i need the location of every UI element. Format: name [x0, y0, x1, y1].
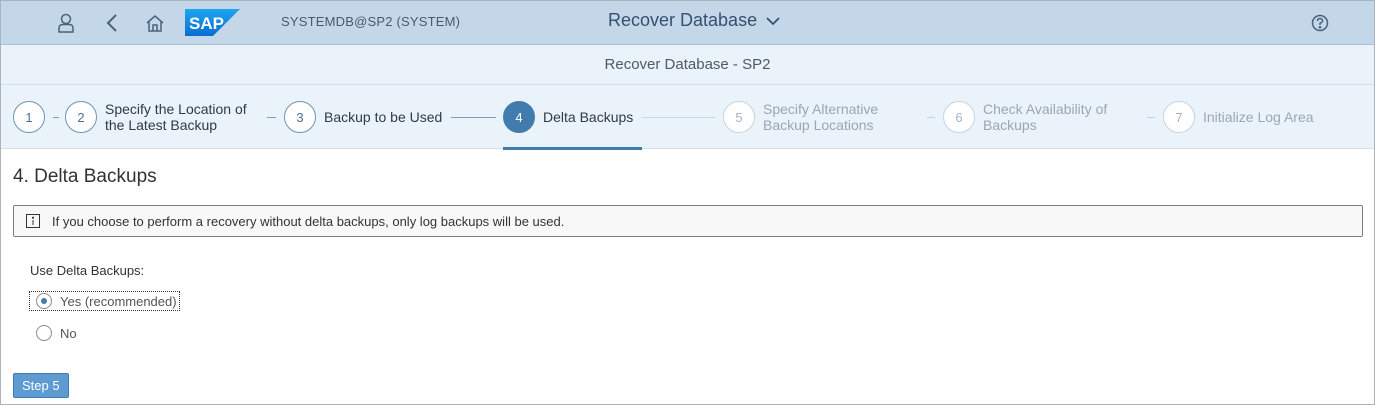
- step-label: Initialize Log Area: [1203, 109, 1314, 125]
- page-title: Recover Database - SP2: [604, 56, 771, 73]
- back-icon[interactable]: [99, 10, 125, 36]
- shell-bar: SAP SYSTEMDB@SP2 (SYSTEM) Recover Databa…: [1, 1, 1374, 45]
- step-number: 2: [65, 101, 97, 133]
- app-title-menu[interactable]: Recover Database: [608, 10, 781, 31]
- wizard-progress: 1 2 Specify the Location of the Latest B…: [1, 85, 1374, 149]
- radio-label: No: [60, 325, 77, 341]
- chevron-down-icon: [766, 16, 780, 25]
- radio-yes-recommended[interactable]: Yes (recommended): [29, 291, 180, 311]
- step-label: Check Availability of Backups: [983, 101, 1108, 133]
- info-message-text: If you choose to perform a recovery with…: [52, 213, 565, 229]
- radio-unselected-icon: [36, 325, 52, 341]
- page-subheader: Recover Database - SP2: [1, 45, 1374, 85]
- wizard-step-4[interactable]: 4 Delta Backups: [503, 101, 633, 133]
- step-separator: [53, 117, 59, 118]
- system-name: SYSTEMDB@SP2 (SYSTEM): [281, 14, 461, 29]
- radio-selected-icon: [36, 293, 52, 309]
- app-window: SAP SYSTEMDB@SP2 (SYSTEM) Recover Databa…: [0, 0, 1375, 405]
- wizard-step-6[interactable]: 6 Check Availability of Backups: [943, 101, 1107, 133]
- step-label: Delta Backups: [543, 109, 634, 125]
- step-separator: [1147, 117, 1155, 118]
- step-number: 5: [723, 101, 755, 133]
- step-number: 1: [13, 101, 45, 133]
- info-icon: [26, 214, 40, 228]
- step-number: 7: [1163, 101, 1195, 133]
- wizard-step-5[interactable]: 5 Specify Alternative Backup Locations: [723, 101, 878, 133]
- wizard-step-2[interactable]: 2 Specify the Location of the Latest Bac…: [65, 101, 247, 133]
- step-separator: [451, 117, 496, 118]
- active-step-indicator: [503, 147, 642, 150]
- radio-label: Yes (recommended): [60, 293, 177, 309]
- step-number: 4: [503, 101, 535, 133]
- home-icon[interactable]: [142, 10, 168, 36]
- delta-backups-label: Use Delta Backups:: [30, 263, 145, 278]
- next-step-button[interactable]: Step 5: [13, 373, 69, 398]
- info-message-strip: If you choose to perform a recovery with…: [13, 205, 1363, 237]
- wizard-step-1[interactable]: 1: [13, 101, 45, 133]
- step-separator: [267, 117, 276, 118]
- section-heading: 4. Delta Backups: [13, 166, 157, 187]
- step-label: Backup to be Used: [324, 109, 443, 125]
- wizard-step-3[interactable]: 3 Backup to be Used: [284, 101, 442, 133]
- radio-no[interactable]: No: [30, 323, 77, 343]
- step-separator: [642, 117, 715, 118]
- step-separator: [927, 117, 935, 118]
- sap-logo[interactable]: SAP: [185, 9, 240, 36]
- user-icon[interactable]: [53, 10, 79, 36]
- step-label: Specify the Location of the Latest Backu…: [105, 101, 247, 133]
- wizard-step-7[interactable]: 7 Initialize Log Area: [1163, 101, 1314, 133]
- sap-logo-text: SAP: [189, 14, 224, 33]
- help-icon[interactable]: [1307, 10, 1333, 36]
- step-label: Specify Alternative Backup Locations: [763, 101, 879, 133]
- app-title: Recover Database: [608, 10, 758, 30]
- step-number: 6: [943, 101, 975, 133]
- step-number: 3: [284, 101, 316, 133]
